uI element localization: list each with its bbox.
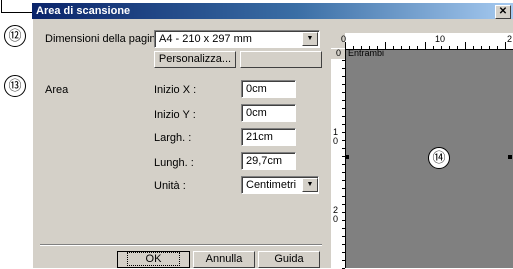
ruler-tick (342, 228, 345, 229)
ruler-tick (342, 100, 345, 101)
ruler-tick (342, 260, 345, 261)
callout-line-top (1, 0, 32, 13)
ruler-tick (342, 220, 345, 221)
ruler-tick (342, 172, 345, 173)
page-size-select[interactable]: A4 - 210 x 297 mm (154, 30, 320, 48)
ruler-v-label-0: 0 (336, 48, 342, 58)
resize-handle-right[interactable] (508, 155, 512, 159)
ok-button[interactable]: OK (117, 251, 190, 268)
ruler-tick (417, 46, 418, 49)
ruler-tick (342, 132, 345, 133)
ruler-tick (342, 124, 345, 125)
ruler-tick (481, 46, 482, 49)
ruler-tick (342, 188, 345, 189)
unit-value: Centimetri (246, 179, 297, 191)
help-button[interactable]: Guida (258, 251, 320, 268)
preview-tab[interactable]: Entrambi (348, 49, 384, 58)
ruler-tick (465, 42, 466, 49)
page-size-label: Dimensioni della pagina : (45, 33, 168, 45)
ruler-tick (342, 60, 345, 61)
ruler-tick (473, 46, 474, 49)
ruler-tick (342, 108, 345, 109)
ruler-h-label-20: 2 (507, 34, 513, 44)
ruler-tick (342, 212, 345, 213)
ruler-tick (409, 46, 410, 49)
ruler-tick (433, 46, 434, 49)
ruler-tick (393, 46, 394, 49)
ruler-tick (342, 196, 345, 197)
unit-dropdown-icon[interactable]: ▼ (302, 178, 318, 192)
ruler-tick (342, 236, 345, 237)
ruler-tick (505, 42, 506, 49)
ruler-h-label-10: 10 (435, 34, 446, 44)
ruler-tick (497, 46, 498, 49)
ruler-tick (449, 46, 450, 49)
ruler-tick (342, 148, 345, 149)
height-label: Lungh. : (154, 157, 194, 169)
page-size-dropdown-icon[interactable]: ▼ (302, 32, 318, 46)
ruler-v-label-1b: 0 (333, 136, 339, 146)
ruler-tick (342, 116, 345, 117)
disabled-button (240, 51, 322, 68)
ruler-tick (342, 180, 345, 181)
ruler-tick (401, 46, 402, 49)
unit-label: Unità : (154, 180, 186, 192)
start-y-label: Inizio Y : (154, 109, 196, 121)
ruler-tick (342, 140, 345, 141)
ruler-tick (342, 84, 345, 85)
ruler-tick (342, 252, 345, 253)
start-x-input[interactable]: 0cm (241, 80, 296, 98)
ruler-tick (425, 42, 426, 49)
cancel-button[interactable]: Annulla (193, 251, 255, 268)
width-label: Largh. : (154, 132, 192, 144)
ruler-tick (342, 164, 345, 165)
vertical-ruler (331, 48, 346, 269)
page-size-value: A4 - 210 x 297 mm (159, 33, 252, 45)
ruler-tick (342, 92, 345, 93)
resize-handle-left[interactable] (345, 155, 349, 159)
callout-12: ⑫ (4, 25, 26, 47)
callout-13: ⑬ (4, 75, 26, 97)
start-y-input[interactable]: 0cm (241, 104, 296, 122)
close-button[interactable]: ✕ (495, 5, 511, 19)
ruler-tick (342, 76, 345, 77)
area-label: Area (45, 84, 69, 96)
width-input[interactable]: 21cm (241, 128, 296, 146)
ruler-v-label-2b: 0 (333, 214, 339, 224)
ruler-tick (342, 244, 345, 245)
scan-preview[interactable] (331, 48, 513, 268)
callout-14: ⑭ (428, 147, 450, 169)
ruler-tick (342, 68, 345, 69)
ruler-tick (385, 42, 386, 49)
height-input[interactable]: 29,7cm (241, 152, 296, 170)
ruler-tick (342, 204, 345, 205)
ruler-tick (441, 46, 442, 49)
window-title: Area di scansione (36, 5, 131, 17)
ruler-tick (489, 46, 490, 49)
start-x-label: Inizio X : (154, 84, 197, 96)
ruler-tick (457, 46, 458, 49)
ok-label: OK (126, 252, 181, 266)
customize-button[interactable]: Personalizza... (154, 51, 236, 68)
divider (40, 244, 322, 246)
